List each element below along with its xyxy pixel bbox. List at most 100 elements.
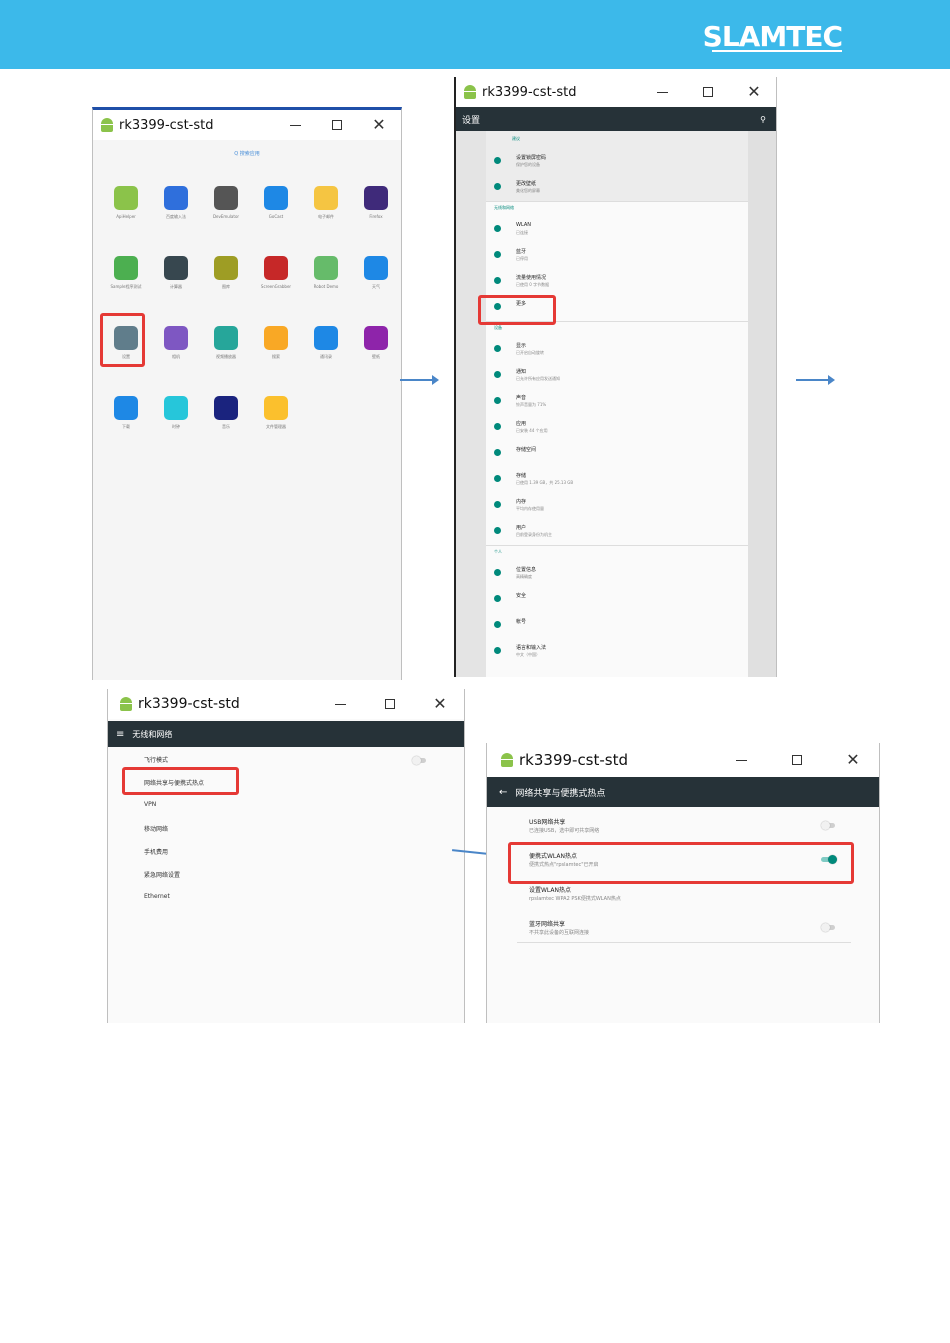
app-glyph-icon — [164, 186, 188, 210]
titlebar[interactable]: rk3399-cst-std ✕ — [487, 743, 879, 777]
toggle-knob — [821, 821, 830, 830]
settings-item[interactable]: 显示 已开启自动旋转 — [486, 337, 776, 363]
settings-item-summary: 平均内存使用量 — [516, 506, 544, 511]
android-icon — [101, 118, 113, 132]
minimize-button[interactable] — [275, 110, 315, 140]
maximize-button[interactable] — [317, 110, 357, 140]
settings-item[interactable]: 声音 铃声音量为 71% — [486, 389, 776, 415]
app-glyph-icon — [214, 256, 238, 280]
maximize-button[interactable] — [370, 689, 410, 719]
window-title: rk3399-cst-std — [119, 117, 214, 133]
settings-item[interactable]: 应用 已安装 44 个应用 — [486, 415, 776, 441]
arrow-step1 — [400, 375, 439, 385]
settings-item[interactable]: 存储 已使用 1.39 GB，共 25.13 GB — [486, 467, 776, 493]
app-label: 文件管理器 — [266, 424, 286, 429]
tether-item[interactable]: 蓝牙网络共享 不共享此设备的互联网连接 — [487, 919, 879, 951]
tether-toggle[interactable] — [821, 923, 835, 932]
titlebar[interactable]: rk3399-cst-std ✕ — [108, 689, 464, 719]
minimize-button[interactable] — [320, 689, 360, 719]
settings-item[interactable]: 语言和输入法 中文（中国） — [486, 639, 776, 665]
wireless-item[interactable]: 移动网络 — [144, 824, 168, 833]
app-label: ApiHelper — [116, 214, 136, 219]
section-header: 无线和网络 — [494, 205, 514, 210]
settings-scrollbar[interactable] — [748, 131, 776, 677]
settings-item-title: 存储空间 — [516, 447, 537, 453]
maximize-button[interactable] — [688, 77, 728, 107]
app-icon-1[interactable]: 百度输入法 — [151, 186, 201, 220]
app-glyph-icon — [214, 326, 238, 350]
settings-item-title: WLAN — [516, 222, 532, 228]
settings-item-summary: 铃声音量为 71% — [516, 402, 547, 407]
app-glyph-icon — [114, 256, 138, 280]
settings-item-title: 更改壁纸 — [516, 181, 537, 187]
app-icon-6[interactable]: Sample程序测试 — [101, 256, 151, 290]
minimize-button[interactable] — [642, 77, 682, 107]
search-icon[interactable]: ⚲ — [760, 115, 766, 124]
wireless-item[interactable]: VPN — [144, 801, 156, 808]
wireless-item[interactable]: Ethernet — [144, 893, 170, 900]
settings-item-title: 显示 — [516, 343, 527, 349]
settings-item[interactable]: 帐号 — [486, 613, 776, 639]
app-icon-17[interactable]: 壁纸 — [351, 326, 401, 360]
tether-toggle[interactable] — [821, 821, 835, 830]
maximize-button[interactable] — [777, 743, 817, 777]
app-icon-7[interactable]: 计算器 — [151, 256, 201, 290]
app-icon-11[interactable]: 天气 — [351, 256, 401, 290]
menu-icon[interactable]: ≡ — [116, 729, 124, 740]
app-icon-21[interactable]: 文件管理器 — [251, 396, 301, 430]
close-button[interactable]: ✕ — [420, 689, 460, 719]
app-icon-20[interactable]: 音乐 — [201, 396, 251, 430]
airplane-toggle[interactable] — [412, 756, 426, 765]
section-divider — [486, 545, 776, 546]
settings-item[interactable]: 用户 目前登录身份为机主 — [486, 519, 776, 545]
app-icon-14[interactable]: 视频播放器 — [201, 326, 251, 360]
app-icon-3[interactable]: GoCast — [251, 186, 301, 219]
settings-item-title: 用户 — [516, 525, 527, 531]
settings-item[interactable]: 位置信息 高精确度 — [486, 561, 776, 587]
settings-item[interactable]: 安全 — [486, 587, 776, 613]
settings-item-icon — [494, 277, 501, 284]
app-icon-18[interactable]: 下载 — [101, 396, 151, 430]
app-icon-10[interactable]: Robot Demo — [301, 256, 351, 289]
settings-item[interactable]: 存储空间 — [486, 441, 776, 467]
app-icon-15[interactable]: 搜索 — [251, 326, 301, 360]
app-icon-2[interactable]: DevEmulator — [201, 186, 251, 219]
app-icon-19[interactable]: 时钟 — [151, 396, 201, 430]
app-icon-5[interactable]: Firefox — [351, 186, 401, 219]
titlebar[interactable]: rk3399-cst-std ✕ — [456, 77, 776, 107]
settings-item[interactable]: 通知 已允许所有应用发送通知 — [486, 363, 776, 389]
close-button[interactable]: ✕ — [359, 110, 399, 140]
app-icon-8[interactable]: 图库 — [201, 256, 251, 290]
settings-title: 设置 — [462, 115, 481, 126]
settings-item[interactable]: 流量使用情况 已使用 0 字节数据 — [486, 269, 776, 295]
titlebar[interactable]: rk3399-cst-std ✕ — [93, 110, 401, 140]
wireless-item[interactable]: 飞行模式 — [144, 755, 168, 764]
settings-item[interactable]: 内存 平均内存使用量 — [486, 493, 776, 519]
tether-item[interactable]: 设置WLAN热点 rpslamtec WPA2 PSK便携式WLAN热点 — [487, 885, 879, 917]
back-arrow-icon[interactable]: ← — [499, 787, 507, 798]
wireless-item[interactable]: 手机费用 — [144, 847, 168, 856]
app-search-hint[interactable]: Q 搜索应用 — [93, 150, 401, 157]
app-label: ScreenGrabber — [260, 284, 292, 289]
minimize-button[interactable] — [721, 743, 761, 777]
section-divider — [486, 201, 776, 202]
settings-item-icon — [494, 647, 501, 654]
app-icon-13[interactable]: 相机 — [151, 326, 201, 360]
app-icon-0[interactable]: ApiHelper — [101, 186, 151, 219]
android-icon — [501, 753, 513, 767]
settings-item[interactable]: 设置锁屏密码 保护您的设备 — [486, 149, 776, 175]
close-button[interactable]: ✕ — [833, 743, 873, 777]
app-glyph-icon — [364, 256, 388, 280]
app-glyph-icon — [214, 396, 238, 420]
app-icon-9[interactable]: ScreenGrabber — [251, 256, 301, 289]
settings-item[interactable]: 蓝牙 已停用 — [486, 243, 776, 269]
app-label: Firefox — [369, 214, 383, 219]
settings-item[interactable]: 更改壁纸 美化您的屏幕 — [486, 175, 776, 201]
app-icon-4[interactable]: 电子邮件 — [301, 186, 351, 220]
app-icon-16[interactable]: 通讯录 — [301, 326, 351, 360]
app-label: 音乐 — [222, 424, 230, 429]
wireless-item[interactable]: 紧急网络设置 — [144, 870, 180, 879]
settings-item[interactable]: WLAN 已连接 — [486, 217, 776, 243]
close-button[interactable]: ✕ — [734, 77, 774, 107]
window-wireless-networks: rk3399-cst-std ✕ ≡ 无线和网络 飞行模式 网络共享与便携式热点 V… — [107, 689, 465, 1023]
